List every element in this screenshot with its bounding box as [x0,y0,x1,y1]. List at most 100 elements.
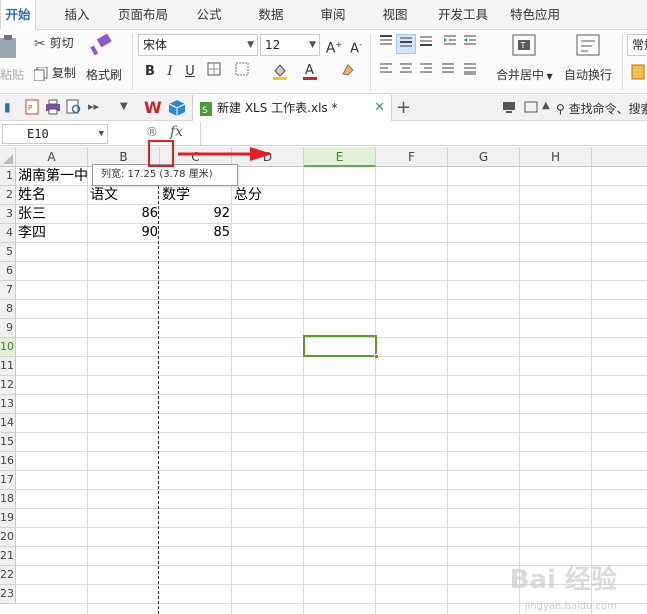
row-header-23[interactable]: 23 [0,585,16,604]
screen-icon[interactable] [502,101,516,116]
underline-button[interactable]: U [180,62,200,82]
tab-home[interactable]: 开始 [0,0,36,31]
bold-button[interactable]: B [140,62,160,82]
tab-special[interactable]: 特色应用 [502,0,568,30]
paste-button[interactable] [0,34,20,60]
more-tools-icon[interactable]: ▸▸ [88,100,99,113]
row-header-5[interactable]: 5 [0,243,16,262]
row-header-10[interactable]: 10 [0,338,16,357]
column-header-g[interactable]: G [448,147,520,167]
merge-center-button[interactable]: T [496,34,552,56]
row-header-20[interactable]: 20 [0,528,16,547]
row-header-3[interactable]: 3 [0,205,16,224]
number-format-select[interactable]: 常规 [627,34,647,56]
save-icon[interactable]: ▮ [4,100,11,114]
cell-c3[interactable]: 92 [160,205,232,223]
new-tab-icon[interactable]: + [396,97,411,118]
tab-formulas[interactable]: 公式 [186,0,232,30]
cut-button[interactable]: ✂ 剪切 [34,34,74,52]
wrap-text-button[interactable] [566,34,610,56]
row-header-15[interactable]: 15 [0,433,16,452]
cell-a4[interactable]: 李四 [18,224,46,242]
tab-view[interactable]: 视图 [372,0,418,30]
row-header-12[interactable]: 12 [0,376,16,395]
format-painter-button[interactable] [88,34,114,56]
document-tab[interactable]: S 新建 XLS 工作表.xls * ✕ [192,95,392,121]
decrease-font-icon[interactable]: A- [346,35,366,56]
row-header-7[interactable]: 7 [0,281,16,300]
select-all-corner[interactable] [0,147,16,167]
copy-button[interactable]: 复制 [34,64,76,81]
row-header-22[interactable]: 22 [0,566,16,585]
selected-cell-e10[interactable] [303,335,379,359]
column-header-a[interactable]: A [16,147,88,167]
italic-button[interactable]: I [160,62,180,82]
justify-icon[interactable] [438,62,458,82]
row-header-9[interactable]: 9 [0,319,16,338]
row-header-18[interactable]: 18 [0,490,16,509]
cell-c4[interactable]: 85 [160,224,232,242]
align-center-icon[interactable] [396,62,416,82]
cell-b4[interactable]: 90 [88,224,160,242]
search-command-field[interactable]: ⚲ 查找命令、搜索 [556,100,647,117]
align-middle-icon[interactable] [396,34,416,54]
clear-format-icon[interactable] [338,62,358,82]
print-preview-icon[interactable] [66,99,82,118]
border-icon[interactable] [204,62,224,82]
fill-handle[interactable] [374,354,379,359]
row-header-19[interactable]: 19 [0,509,16,528]
row-header-4[interactable]: 4 [0,224,16,243]
row-header-17[interactable]: 17 [0,471,16,490]
column-header-h[interactable]: H [520,147,592,167]
align-bottom-icon[interactable] [416,34,436,54]
row-header-16[interactable]: 16 [0,452,16,471]
export-pdf-icon[interactable]: P [24,99,40,118]
outdent-icon[interactable] [440,34,460,54]
skin-icon[interactable] [524,101,538,116]
tab-page-layout[interactable]: 页面布局 [110,0,176,30]
cell-a2[interactable]: 姓名 [18,186,46,204]
align-right-icon[interactable] [416,62,436,82]
name-box[interactable]: E10 ▼ [2,124,108,144]
cell-d2[interactable]: 总分 [234,186,262,204]
font-size-select[interactable]: 12 ▼ [260,34,320,56]
merge-center-label[interactable]: 合并居中 ▼ [496,66,553,83]
chevron-down-icon[interactable]: ▼ [120,101,128,112]
row-header-8[interactable]: 8 [0,300,16,319]
row-header-2[interactable]: 2 [0,186,16,205]
column-header-e[interactable]: E [304,147,376,167]
increase-font-icon[interactable]: A+ [324,35,344,57]
font-name-select[interactable]: 宋体 ▼ [138,34,258,56]
cell-a3[interactable]: 张三 [18,205,46,223]
insert-function-button[interactable]: fx [170,124,183,140]
cell-b2[interactable]: 语文 [90,186,118,204]
row-header-21[interactable]: 21 [0,547,16,566]
row-header-13[interactable]: 13 [0,395,16,414]
column-header-f[interactable]: F [376,147,448,167]
column-header-blank[interactable] [592,147,647,167]
chevron-up-icon[interactable]: ▲ [542,100,550,111]
font-color-icon[interactable]: A [300,62,320,82]
align-top-icon[interactable] [376,34,396,54]
tab-insert[interactable]: 插入 [54,0,100,30]
cloud-box-icon[interactable] [168,99,186,120]
cell-c2[interactable]: 数学 [162,186,190,204]
fill-pattern-icon[interactable] [232,62,252,82]
tab-data[interactable]: 数据 [248,0,294,30]
fill-color-icon[interactable] [270,62,290,82]
close-tab-icon[interactable]: ✕ [374,95,385,121]
align-left-icon[interactable] [376,62,396,82]
currency-icon[interactable] [630,63,646,84]
cell-b3[interactable]: 86 [88,205,160,223]
indent-icon[interactable] [460,34,480,54]
wps-logo-icon[interactable]: W [144,98,162,117]
row-header-11[interactable]: 11 [0,357,16,376]
row-header-6[interactable]: 6 [0,262,16,281]
print-icon[interactable] [44,99,62,118]
tab-review[interactable]: 审阅 [310,0,356,30]
formula-input[interactable] [204,124,644,144]
row-header-14[interactable]: 14 [0,414,16,433]
distribute-icon[interactable] [460,62,480,82]
row-header-1[interactable]: 1 [0,167,16,186]
zoom-formula-icon[interactable]: ® [146,125,158,139]
